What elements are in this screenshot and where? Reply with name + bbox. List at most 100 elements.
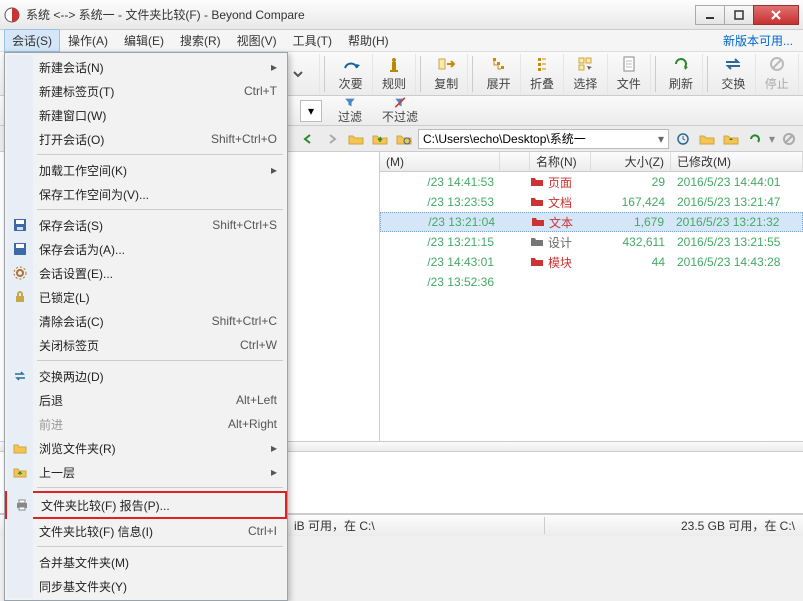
table-row[interactable]: /23 13:21:15设计432,6112016/5/23 13:21:55 [380, 232, 803, 252]
folder-up-icon[interactable] [370, 129, 390, 149]
forbid-icon[interactable] [779, 129, 799, 149]
menu-back[interactable]: 后退Alt+Left [7, 388, 285, 412]
col-modified-right[interactable]: 已修改(M) [671, 152, 803, 171]
tool-stop[interactable]: 停止 [756, 54, 799, 94]
cell-name: 设计 [530, 234, 591, 251]
session-menu: 新建会话(N)▸ 新建标签页(T)Ctrl+T 新建窗口(W) 打开会话(O)S… [4, 52, 288, 601]
maximize-button[interactable] [724, 5, 754, 25]
minimize-button[interactable] [695, 5, 725, 25]
menu-clear-session[interactable]: 清除会话(C)Shift+Ctrl+C [7, 309, 285, 333]
menu-new-window[interactable]: 新建窗口(W) [7, 103, 285, 127]
menu-help[interactable]: 帮助(H) [340, 29, 397, 52]
cell-modified-right: 2016/5/23 14:43:28 [671, 255, 803, 269]
folder-sync-icon[interactable] [394, 129, 414, 149]
printer-icon [14, 497, 30, 513]
tool-refresh[interactable]: 刷新 [660, 54, 703, 94]
cell-size: 167,424 [591, 195, 671, 209]
tool-next[interactable]: 次要 [329, 54, 372, 94]
menu-up-one[interactable]: 上一层▸ [7, 460, 285, 484]
cell-name: 文本 [531, 214, 590, 231]
menu-search[interactable]: 搜索(R) [172, 29, 229, 52]
table-row[interactable]: /23 13:23:53文档167,4242016/5/23 13:21:47 [380, 192, 803, 212]
tool-swap[interactable]: 交换 [712, 54, 755, 94]
tool-collapse[interactable]: 折叠 [521, 54, 564, 94]
folder-icon [530, 255, 544, 269]
path-input[interactable]: C:\Users\echo\Desktop\系统一▾ [418, 129, 669, 149]
menu-swap-sides[interactable]: 交换两边(D) [7, 364, 285, 388]
tool-expand[interactable]: 展开 [477, 54, 520, 94]
menu-browse-folder[interactable]: 浏览文件夹(R)▸ [7, 436, 285, 460]
menu-edit[interactable]: 编辑(E) [116, 29, 172, 52]
menu-close-tab[interactable]: 关闭标签页Ctrl+W [7, 333, 285, 357]
col-modified-left[interactable]: (M) [380, 152, 500, 171]
menu-load-workspace[interactable]: 加载工作空间(K)▸ [7, 158, 285, 182]
folder-up2-icon[interactable] [721, 129, 741, 149]
refresh-icon[interactable] [745, 129, 765, 149]
new-version-link[interactable]: 新版本可用... [723, 32, 799, 49]
folder-icon [530, 175, 544, 189]
tool-file[interactable]: 文件 [608, 54, 651, 94]
gear-icon [12, 265, 28, 281]
folder-icon [530, 195, 544, 209]
path-history-icon[interactable] [673, 129, 693, 149]
disk-icon [12, 217, 28, 233]
swap-icon [12, 368, 28, 384]
menu-session-settings[interactable]: 会话设置(E)... [7, 261, 285, 285]
path-fwd-icon[interactable] [322, 129, 342, 149]
menu-view[interactable]: 视图(V) [229, 29, 285, 52]
close-button[interactable] [753, 5, 799, 25]
menu-tools[interactable]: 工具(T) [285, 29, 340, 52]
cell-modified-left: /23 13:52:36 [380, 275, 500, 289]
menu-folder-compare-report[interactable]: 文件夹比较(F) 报告(P)... [9, 493, 283, 517]
tool-rules[interactable]: 规则 [373, 54, 416, 94]
table-row[interactable]: /23 13:21:04 文本1,6792016/5/23 13:21:32 [380, 212, 803, 232]
cell-size: 432,611 [591, 235, 671, 249]
menu-merge-base[interactable]: 合并基文件夹(M) [7, 550, 285, 574]
menu-save-workspace-as[interactable]: 保存工作空间为(V)... [7, 182, 285, 206]
tool-copy[interactable]: 复制 [425, 54, 468, 94]
menubar: 会话(S) 操作(A) 编辑(E) 搜索(R) 视图(V) 工具(T) 帮助(H… [0, 30, 803, 52]
menu-actions[interactable]: 操作(A) [60, 29, 116, 52]
cell-modified-left: /23 13:23:53 [380, 195, 500, 209]
window-title: 系统 <--> 系统一 - 文件夹比较(F) - Beyond Compare [26, 6, 696, 23]
cell-modified-right: 2016/5/23 13:21:32 [670, 215, 802, 229]
table-row[interactable]: /23 13:52:36 [380, 272, 803, 292]
cell-modified-left: /23 13:21:04 [381, 215, 501, 229]
cell-name: 模块 [530, 254, 591, 271]
menu-new-tab[interactable]: 新建标签页(T)Ctrl+T [7, 79, 285, 103]
menu-folder-compare-info[interactable]: 文件夹比较(F) 信息(I)Ctrl+I [7, 519, 285, 543]
filter-dropdown[interactable]: ▾ [300, 100, 322, 122]
cell-modified-right: 2016/5/23 14:44:01 [671, 175, 803, 189]
cell-size: 1,679 [590, 215, 670, 229]
app-icon [4, 7, 20, 23]
menu-save-session[interactable]: 保存会话(S)Shift+Ctrl+S [7, 213, 285, 237]
col-size[interactable]: 大小(Z) [591, 152, 671, 171]
folder-open-icon[interactable] [346, 129, 366, 149]
grid-header: (M) 名称(N) 大小(Z) 已修改(M) [380, 152, 803, 172]
tool-select[interactable]: 选择 [564, 54, 607, 94]
path-back-icon[interactable] [298, 129, 318, 149]
folder-icon [531, 215, 545, 229]
cell-modified-left: /23 13:21:15 [380, 235, 500, 249]
cell-modified-left: /23 14:41:53 [380, 175, 500, 189]
col-gutter[interactable] [500, 152, 530, 171]
cell-modified-left: /23 14:43:01 [380, 255, 500, 269]
menu-sync-base[interactable]: 同步基文件夹(Y) [7, 574, 285, 598]
filter-off[interactable]: 不过滤 [378, 97, 422, 125]
table-row[interactable]: /23 14:43:01 模块442016/5/23 14:43:28 [380, 252, 803, 272]
status-right: 23.5 GB 可用，在 C:\ [545, 517, 803, 534]
menu-open-session[interactable]: 打开会话(O)Shift+Ctrl+O [7, 127, 285, 151]
folder-browse-icon[interactable] [697, 129, 717, 149]
cell-size: 44 [591, 255, 671, 269]
menu-locked[interactable]: 已锁定(L) [7, 285, 285, 309]
menu-new-session[interactable]: 新建会话(N)▸ [7, 55, 285, 79]
col-name[interactable]: 名称(N) [530, 152, 591, 171]
table-row[interactable]: /23 14:41:53页面292016/5/23 14:44:01 [380, 172, 803, 192]
cell-name: 页面 [530, 174, 591, 191]
menu-forward[interactable]: 前进Alt+Right [7, 412, 285, 436]
filter-on[interactable]: 过滤 [328, 97, 372, 125]
path-value: C:\Users\echo\Desktop\系统一 [423, 130, 586, 147]
folder-icon [530, 235, 544, 249]
menu-save-session-as[interactable]: 保存会话为(A)... [7, 237, 285, 261]
menu-session[interactable]: 会话(S) [4, 29, 60, 52]
